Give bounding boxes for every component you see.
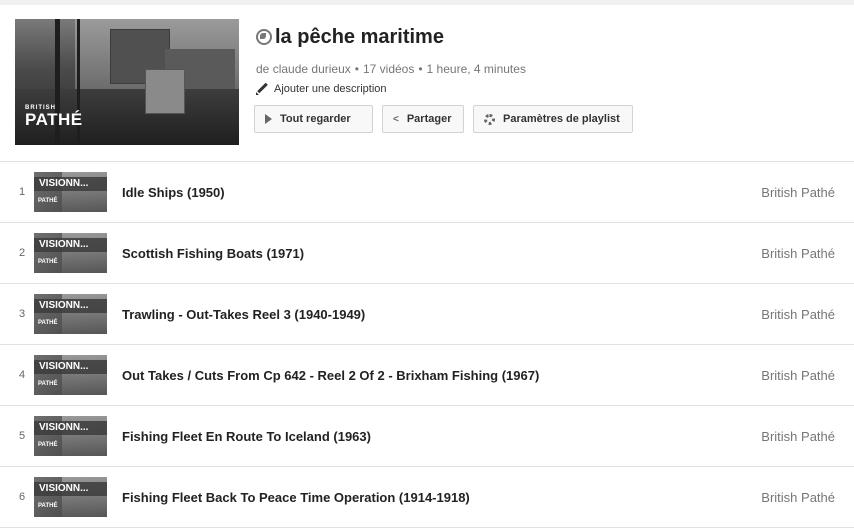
video-title[interactable]: Idle Ships (1950): [122, 162, 225, 223]
list-item[interactable]: 2 VISIONN... PATHÉ Scottish Fishing Boat…: [0, 223, 854, 284]
video-channel[interactable]: British Pathé: [761, 223, 835, 284]
thumbnail-logo: PATHÉ: [38, 442, 58, 448]
playlist-title: la pêche maritime: [275, 25, 444, 48]
video-channel[interactable]: British Pathé: [761, 162, 835, 223]
thumbnail-overlay-label: VISIONN...: [34, 421, 107, 435]
video-thumbnail[interactable]: VISIONN... PATHÉ: [34, 355, 107, 395]
owner-link[interactable]: claude durieux: [273, 62, 351, 76]
list-item[interactable]: 6 VISIONN... PATHÉ Fishing Fleet Back To…: [0, 467, 854, 528]
play-all-label: Tout regarder: [280, 113, 351, 125]
meta-separator: •: [354, 62, 359, 76]
playlist-duration: 1 heure, 4 minutes: [426, 62, 526, 76]
owner-prefix: de: [256, 62, 270, 76]
list-item[interactable]: 3 VISIONN... PATHÉ Trawling - Out-Takes …: [0, 284, 854, 345]
video-index: 2: [18, 247, 26, 259]
video-thumbnail[interactable]: VISIONN... PATHÉ: [34, 294, 107, 334]
thumbnail-logo: PATHÉ: [38, 198, 58, 204]
video-thumbnail[interactable]: VISIONN... PATHÉ: [34, 416, 107, 456]
video-thumbnail[interactable]: VISIONN... PATHÉ: [34, 477, 107, 517]
thumbnail-logo: PATHÉ: [38, 381, 58, 387]
share-icon: <: [393, 113, 399, 125]
video-thumbnail[interactable]: VISIONN... PATHÉ: [34, 172, 107, 212]
logo-text-bottom: PATHÉ: [25, 110, 83, 129]
video-index: 5: [18, 430, 26, 442]
video-title[interactable]: Scottish Fishing Boats (1971): [122, 223, 304, 284]
playlist-cover-thumbnail[interactable]: BRITISH PATHÉ: [15, 19, 239, 145]
thumbnail-overlay-label: VISIONN...: [34, 360, 107, 374]
british-pathe-logo: BRITISH PATHÉ: [25, 105, 85, 129]
list-item[interactable]: 5 VISIONN... PATHÉ Fishing Fleet En Rout…: [0, 406, 854, 467]
video-count: 17 vidéos: [362, 62, 415, 76]
add-description-link[interactable]: Ajouter une description: [256, 83, 387, 95]
thumbnail-overlay-label: VISIONN...: [34, 238, 107, 252]
play-icon: [265, 114, 272, 124]
playlist-video-list: 1 VISIONN... PATHÉ Idle Ships (1950) Bri…: [0, 162, 854, 528]
video-thumbnail[interactable]: VISIONN... PATHÉ: [34, 233, 107, 273]
cover-crate: [145, 69, 185, 114]
play-all-button[interactable]: Tout regarder: [254, 105, 373, 133]
video-channel[interactable]: British Pathé: [761, 467, 835, 528]
playlist-settings-label: Paramètres de playlist: [503, 113, 620, 125]
thumbnail-logo: PATHÉ: [38, 320, 58, 326]
share-button[interactable]: < Partager: [382, 105, 464, 133]
thumbnail-logo: PATHÉ: [38, 503, 58, 509]
meta-separator: •: [418, 62, 423, 76]
video-channel[interactable]: British Pathé: [761, 345, 835, 406]
playlist-meta: de claude durieux • 17 vidéos • 1 heure, 4 m…: [256, 62, 526, 76]
thumbnail-overlay-label: VISIONN...: [34, 482, 107, 496]
video-index: 1: [18, 186, 26, 198]
video-title[interactable]: Fishing Fleet Back To Peace Time Operati…: [122, 467, 470, 528]
video-channel[interactable]: British Pathé: [761, 284, 835, 345]
video-channel[interactable]: British Pathé: [761, 406, 835, 467]
video-title[interactable]: Trawling - Out-Takes Reel 3 (1940-1949): [122, 284, 365, 345]
gear-icon: [484, 113, 495, 125]
list-item[interactable]: 4 VISIONN... PATHÉ Out Takes / Cuts From…: [0, 345, 854, 406]
video-title[interactable]: Out Takes / Cuts From Cp 642 - Reel 2 Of…: [122, 345, 539, 406]
playlist-actions: Tout regarder < Partager Paramètres de p…: [254, 105, 642, 133]
video-index: 6: [18, 491, 26, 503]
video-index: 4: [18, 369, 26, 381]
add-description-label: Ajouter une description: [274, 83, 387, 95]
globe-icon: [256, 29, 272, 45]
video-title[interactable]: Fishing Fleet En Route To Iceland (1963): [122, 406, 371, 467]
video-index: 3: [18, 308, 26, 320]
share-label: Partager: [406, 113, 452, 125]
thumbnail-overlay-label: VISIONN...: [34, 299, 107, 313]
pencil-icon: [256, 83, 268, 95]
playlist-settings-button[interactable]: Paramètres de playlist: [473, 105, 633, 133]
thumbnail-overlay-label: VISIONN...: [34, 177, 107, 191]
title-row: la pêche maritime: [256, 25, 444, 49]
playlist-header: BRITISH PATHÉ la pêche maritime de claud…: [0, 5, 854, 162]
list-item[interactable]: 1 VISIONN... PATHÉ Idle Ships (1950) Bri…: [0, 162, 854, 223]
thumbnail-logo: PATHÉ: [38, 259, 58, 265]
